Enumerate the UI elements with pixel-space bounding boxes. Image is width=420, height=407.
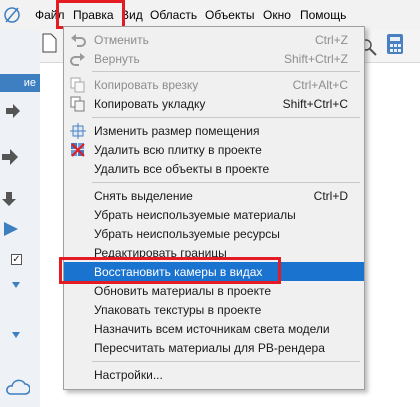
redo-icon <box>70 53 85 66</box>
menu-item-remove-unused-materials[interactable]: Убрать неиспользуемые материалы <box>64 205 364 224</box>
delete-tiles-icon <box>71 143 85 157</box>
cloud-icon[interactable] <box>4 378 30 398</box>
visibility-checkbox[interactable]: ✓ <box>11 254 22 265</box>
arrow-down-small-icon[interactable] <box>12 280 20 289</box>
resize-room-icon <box>70 123 86 139</box>
menu-item-copy-layout[interactable]: Копировать укладку Shift+Ctrl+C <box>64 94 364 113</box>
menu-separator <box>92 71 360 72</box>
menu-file[interactable]: Файл <box>35 8 65 22</box>
new-document-icon[interactable] <box>41 33 57 53</box>
menu-item-pack-textures[interactable]: Упаковать текстуры в проекте <box>64 300 364 319</box>
menu-separator <box>92 182 360 183</box>
menu-item-recalc-pb-materials[interactable]: Пересчитать материалы для PB-рендера <box>64 338 364 357</box>
copy-layout-icon <box>70 96 85 112</box>
menu-objects[interactable]: Объекты <box>205 8 255 22</box>
left-panel-tab[interactable]: ие <box>0 74 40 92</box>
menu-item-resize-room[interactable]: Изменить размер помещения <box>64 121 364 140</box>
menu-item-settings[interactable]: Настройки... <box>64 365 364 384</box>
menu-item-edit-borders[interactable]: Редактировать границы <box>64 243 364 262</box>
menu-item-update-materials[interactable]: Обновить материалы в проекте <box>64 281 364 300</box>
menu-help[interactable]: Помощь <box>300 8 346 22</box>
menu-item-redo[interactable]: Вернуть Shift+Ctrl+Z <box>64 49 364 68</box>
menu-view[interactable]: Вид <box>121 8 143 22</box>
menu-item-assign-light-sources[interactable]: Назначить всем источникам света модели <box>64 319 364 338</box>
menu-area[interactable]: Область <box>150 8 197 22</box>
edit-menu-dropdown: Отменить Ctrl+Z Вернуть Shift+Ctrl+Z Коп… <box>63 26 365 390</box>
undo-icon <box>71 34 86 47</box>
menu-item-deselect[interactable]: Снять выделение Ctrl+D <box>64 186 364 205</box>
menu-item-copy-inset[interactable]: Копировать врезку Ctrl+Alt+C <box>64 75 364 94</box>
menu-edit[interactable]: Правка <box>73 8 114 22</box>
arrow-right-icon[interactable] <box>6 104 20 118</box>
compass-icon[interactable] <box>2 2 22 28</box>
calculator-icon[interactable] <box>386 33 404 55</box>
menu-item-undo[interactable]: Отменить Ctrl+Z <box>64 30 364 49</box>
menu-item-remove-unused-resources[interactable]: Убрать неиспользуемые ресурсы <box>64 224 364 243</box>
arrow-down-small-icon[interactable] <box>12 330 20 339</box>
menu-item-delete-tiles[interactable]: Удалить всю плитку в проекте <box>64 140 364 159</box>
arrow-right-icon[interactable] <box>2 149 18 165</box>
menu-item-delete-objects[interactable]: Удалить все объекты в проекте <box>64 159 364 178</box>
copy-inset-icon <box>70 77 85 93</box>
menu-separator <box>92 361 360 362</box>
menu-separator <box>92 117 360 118</box>
arrow-down-icon[interactable] <box>2 192 16 206</box>
menu-window[interactable]: Окно <box>263 8 291 22</box>
menu-item-restore-cameras[interactable]: Восстановить камеры в видах <box>64 262 364 281</box>
play-icon[interactable] <box>2 220 20 238</box>
left-panel: ие ✓ <box>0 7 40 407</box>
